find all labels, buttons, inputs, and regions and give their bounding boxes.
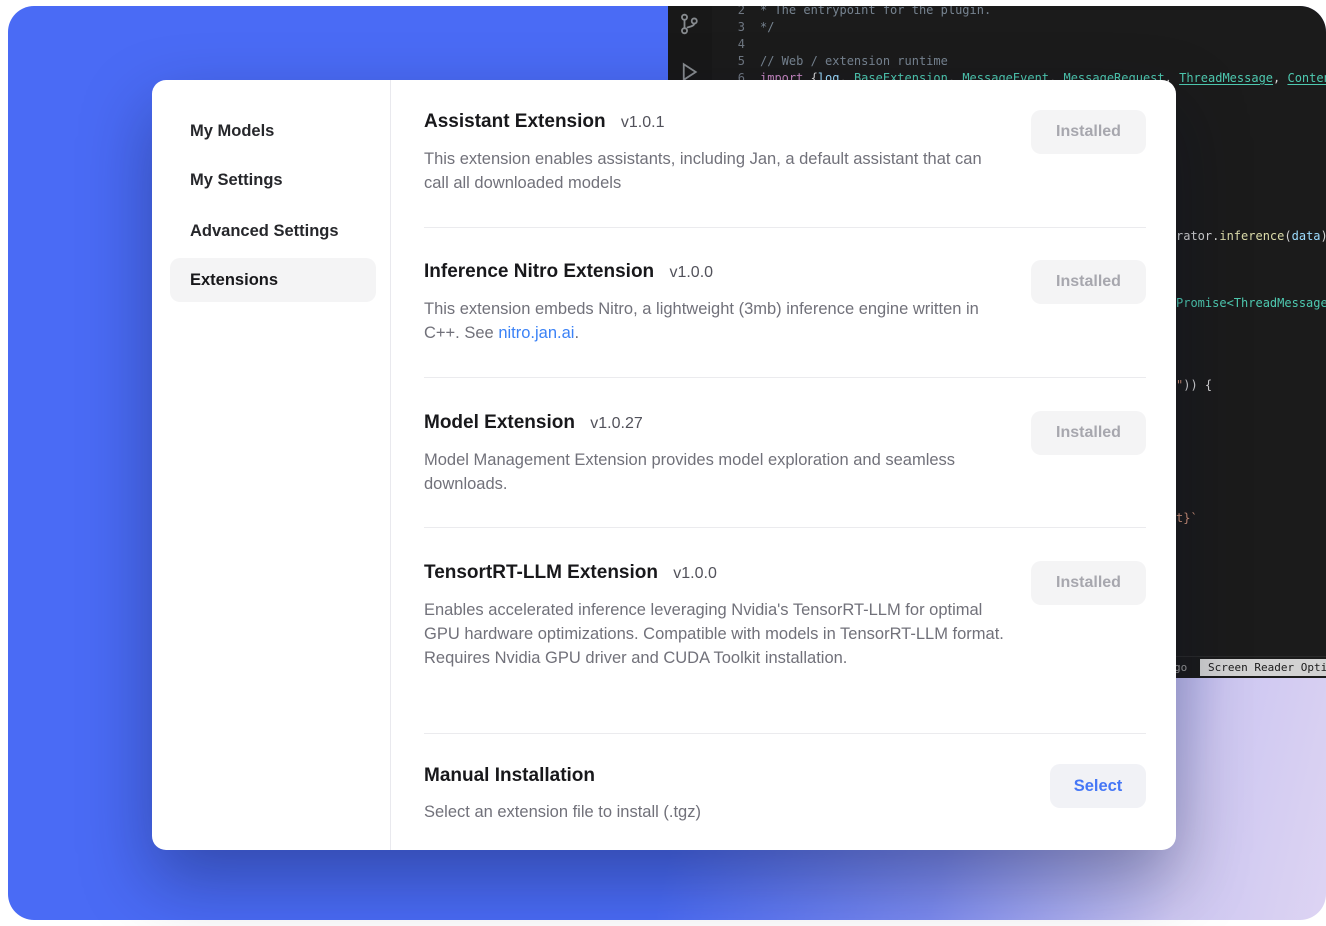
line-number: 2 (668, 6, 745, 19)
extension-version: v1.0.1 (621, 114, 665, 131)
extension-title: Model Extension (424, 412, 575, 433)
extensions-list: Assistant Extension v1.0.1 This extensio… (391, 80, 1176, 850)
installed-button[interactable]: Installed (1031, 110, 1146, 154)
extension-row-nitro: Inference Nitro Extension v1.0.0 This ex… (424, 260, 1146, 345)
line-number: 3 (668, 19, 745, 36)
editor-line: 4 (668, 36, 1326, 53)
comma: , (1273, 71, 1287, 85)
editor-line: 2 * The entrypoint for the plugin. (668, 6, 1326, 19)
code-comment: * The entrypoint for the plugin. (745, 6, 991, 19)
page: 2 * The entrypoint for the plugin. 3 */ … (0, 0, 1326, 926)
editor-line: 3 */ (668, 19, 1326, 36)
code-empty-line (745, 36, 760, 53)
extension-row-tensorrt: TensortRT-LLM Extension v1.0.0 Enables a… (424, 561, 1146, 670)
code-lines: 2 * The entrypoint for the plugin. 3 */ … (668, 6, 1326, 87)
extension-description: Model Management Extension provides mode… (424, 448, 964, 496)
extension-version: v1.0.0 (673, 565, 717, 582)
row-divider (424, 377, 1146, 378)
code-fragment: t}` (1176, 511, 1198, 525)
screen-reader-chip[interactable]: Screen Reader Optimize (1200, 659, 1326, 676)
extension-title: TensortRT-LLM Extension (424, 562, 658, 583)
extension-row-model: Model Extension v1.0.27 Model Management… (424, 411, 1146, 496)
code-token: )) { (1183, 378, 1212, 392)
row-divider (424, 227, 1146, 228)
sidebar-item-my-models[interactable]: My Models (190, 118, 274, 144)
code-token: inference (1219, 229, 1284, 243)
description-text: . (574, 324, 579, 342)
sidebar-item-advanced-settings[interactable]: Advanced Settings (190, 218, 339, 244)
settings-sidebar: My Models My Settings Advanced Settings … (152, 80, 391, 850)
code-token: ( (1284, 229, 1291, 243)
line-number: 4 (668, 36, 745, 53)
editor-line: 5 // Web / extension runtime (668, 53, 1326, 70)
code-fragment: ")) { (1176, 378, 1212, 392)
manual-installation-row: Manual Installation Select an extension … (424, 764, 1146, 824)
import-id: ThreadMessage (1179, 71, 1273, 85)
code-token: rator (1176, 229, 1212, 243)
select-button[interactable]: Select (1050, 764, 1146, 808)
code-fragment: rator.inference(data)); (1176, 229, 1326, 243)
extension-version: v1.0.0 (669, 264, 713, 281)
code-comment: */ (745, 19, 774, 36)
manual-installation-description: Select an extension file to install (.tg… (424, 800, 1146, 824)
extension-title-line: Manual Installation (424, 764, 1146, 788)
installed-button[interactable]: Installed (1031, 411, 1146, 455)
extension-description: Enables accelerated inference leveraging… (424, 598, 1009, 670)
manual-installation-title: Manual Installation (424, 765, 595, 786)
sidebar-item-extensions[interactable]: Extensions (170, 258, 376, 302)
code-token: data (1292, 229, 1321, 243)
extension-title: Assistant Extension (424, 111, 606, 132)
import-id: ContentType (1287, 71, 1326, 85)
line-number: 5 (668, 53, 745, 70)
sidebar-item-my-settings[interactable]: My Settings (190, 167, 283, 193)
installed-button[interactable]: Installed (1031, 260, 1146, 304)
settings-modal: My Models My Settings Advanced Settings … (152, 80, 1176, 850)
extension-description: This extension embeds Nitro, a lightweig… (424, 297, 1009, 345)
code-comment: // Web / extension runtime (745, 53, 948, 70)
extension-row-assistant: Assistant Extension v1.0.1 This extensio… (424, 110, 1146, 195)
row-divider (424, 733, 1146, 734)
extension-description: This extension enables assistants, inclu… (424, 147, 1009, 195)
code-token: )); (1321, 229, 1326, 243)
extension-title: Inference Nitro Extension (424, 261, 654, 282)
extension-version: v1.0.27 (590, 415, 642, 432)
installed-button[interactable]: Installed (1031, 561, 1146, 605)
nitro-link[interactable]: nitro.jan.ai (498, 324, 574, 342)
row-divider (424, 527, 1146, 528)
code-fragment: Promise<ThreadMessage> (1176, 296, 1326, 310)
